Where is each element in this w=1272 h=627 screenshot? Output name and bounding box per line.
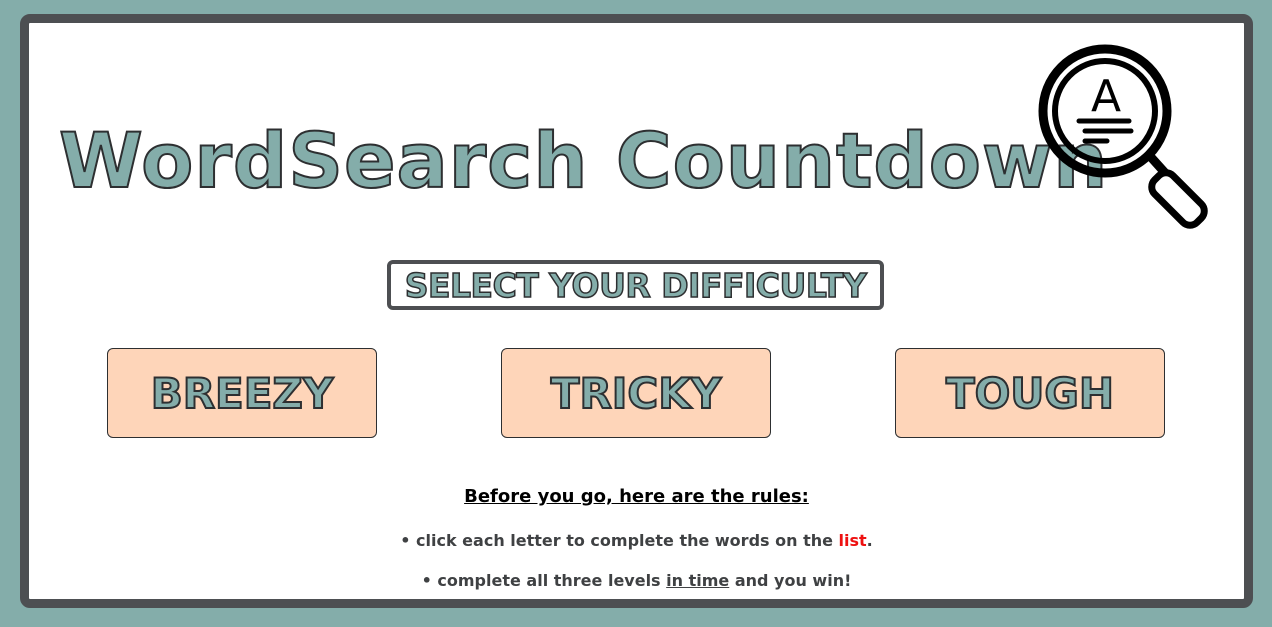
- list-link[interactable]: list: [839, 531, 867, 550]
- tricky-button[interactable]: TRICKY: [501, 348, 771, 438]
- rule-text: • complete all three levels: [421, 571, 667, 590]
- magnifier-letter-a-icon: A: [1037, 41, 1225, 229]
- breezy-button[interactable]: BREEZY: [107, 348, 377, 438]
- main-panel: WordSearch Countdown A SELECT YOUR DIFFI…: [20, 14, 1253, 608]
- rules-heading: Before you go, here are the rules:: [464, 486, 809, 507]
- page-title: WordSearch Countdown: [58, 116, 1109, 205]
- rule-item: • click each letter to complete the word…: [29, 531, 1244, 550]
- svg-text:A: A: [1091, 71, 1121, 122]
- select-difficulty-label: SELECT YOUR DIFFICULTY: [387, 260, 884, 310]
- rule-text: • click each letter to complete the word…: [400, 531, 839, 550]
- rule-text: .: [866, 531, 873, 550]
- rule-text: and you win!: [729, 571, 852, 590]
- rule-item: • complete all three levels in time and …: [29, 571, 1244, 590]
- tough-button[interactable]: TOUGH: [895, 348, 1165, 438]
- in-time-emphasis: in time: [666, 571, 730, 590]
